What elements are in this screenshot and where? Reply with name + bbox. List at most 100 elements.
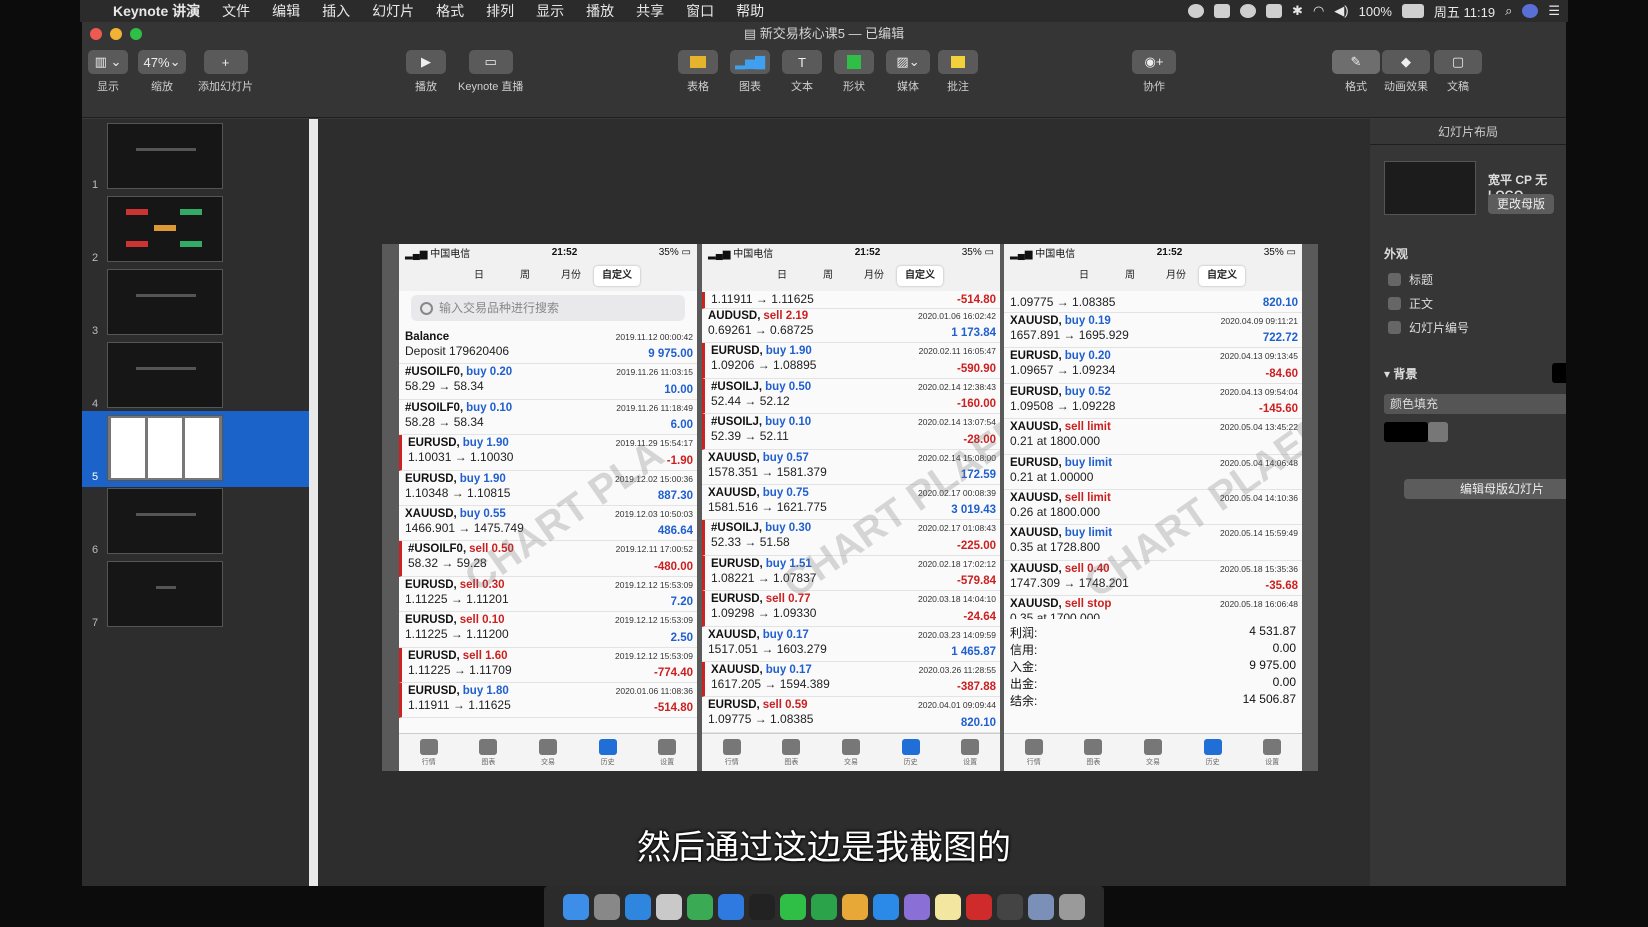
trade-row[interactable]: XAUUSD, buy limit 2020.05.14 15:59:49 0.35 … [1004, 525, 1302, 561]
trade-row[interactable]: EURUSD, sell 0.59 2020.04.01 09:09:44 1.097… [702, 697, 1000, 733]
menu-clock[interactable]: 周五 11:19 [1434, 2, 1495, 21]
menu-play[interactable]: 播放 [575, 1, 625, 21]
menu-file[interactable]: 文件 [211, 1, 261, 21]
text-button[interactable]: T 文本 [782, 50, 822, 94]
trade-row[interactable]: Balance 2019.11.12 00:00:42 Deposit 179620… [399, 329, 697, 365]
tab-quotes[interactable]: 行情 [419, 738, 438, 767]
change-master-button[interactable]: 更改母版 [1488, 194, 1554, 214]
edit-master-slide-button[interactable]: 编辑母版幻灯片 [1404, 479, 1566, 499]
play-button[interactable]: ▶ 播放 [406, 50, 446, 94]
bluetooth-icon[interactable]: ✱ [1292, 3, 1303, 19]
volume-icon[interactable]: ◀) [1334, 3, 1348, 19]
qq-icon[interactable] [749, 893, 775, 920]
tab-settings[interactable]: 设置 [1263, 738, 1282, 767]
trade-row[interactable]: EURUSD, buy 1.51 2020.02.18 17:02:12 1.0822… [702, 555, 1000, 592]
notes-icon[interactable] [935, 893, 961, 920]
trade-row[interactable]: EURUSD, buy 0.52 2020.04.13 09:54:04 1.0950… [1004, 384, 1302, 420]
wifi-icon[interactable]: ◠ [1313, 3, 1324, 19]
trade-row[interactable]: EURUSD, buy 1.90 2020.02.11 16:05:47 1.0920… [702, 343, 1000, 379]
trade-row[interactable]: AUDUSD, sell 2.19 2020.01.06 16:02:42 0.692… [702, 308, 1000, 344]
trash-icon[interactable] [1059, 893, 1085, 920]
trade-row[interactable]: XAUUSD, buy 0.17 2020.03.23 14:09:59 1517.0… [702, 627, 1000, 662]
add-slide-button[interactable]: + 添加幻灯片 [198, 50, 253, 94]
slide-thumb-7[interactable]: 7 [82, 557, 318, 633]
trade-row[interactable]: XAUUSD, sell limit 2020.05.04 13:45:22 0.21… [1004, 419, 1302, 455]
tab-history[interactable]: 历史 [598, 738, 617, 767]
tab-history[interactable]: 历史 [1203, 738, 1222, 767]
tab-quotes[interactable]: 行情 [722, 738, 741, 767]
menu-insert[interactable]: 插入 [311, 1, 361, 21]
tab-custom[interactable]: 自定义 [1199, 266, 1245, 286]
color-wheel-icon[interactable] [1428, 422, 1448, 442]
tab-trade[interactable]: 交易 [1143, 738, 1162, 767]
tab-week[interactable]: 周 [1107, 266, 1153, 286]
menu-slide[interactable]: 幻灯片 [361, 1, 425, 21]
trade-row[interactable]: EURUSD, sell 0.10 2019.12.12 15:53:09 1.112… [399, 612, 697, 648]
tab-week[interactable]: 周 [805, 266, 851, 286]
chrome-icon[interactable] [842, 893, 868, 920]
netease-music-icon[interactable] [966, 893, 992, 920]
tab-month[interactable]: 月份 [548, 266, 594, 286]
tab-settings[interactable]: 设置 [961, 738, 980, 767]
status-circle-icon[interactable] [1240, 4, 1257, 18]
slide-thumb-2[interactable]: 2 [82, 192, 318, 268]
trade-row[interactable]: XAUUSD, buy 0.19 2020.04.09 09:11:21 1657.8… [1004, 313, 1302, 349]
trade-row[interactable]: EURUSD, buy 1.90 2019.11.29 15:54:17 1.1003… [399, 435, 697, 471]
menu-format[interactable]: 格式 [425, 1, 475, 21]
symbol-search-input[interactable]: 输入交易品种进行搜索 [411, 295, 685, 321]
slide-thumb-1[interactable]: 1 [82, 119, 318, 195]
fill-type-select[interactable]: 颜色填充 [1384, 394, 1566, 414]
phone-screenshot-3[interactable]: ▂▄▆ 中国电信 21:52 35% ▭ 日 周 月份 自定义 1.09775 … [1004, 244, 1302, 771]
phone-screenshot-1[interactable]: ▂▄▆ 中国电信 21:52 35% ▭ 日 周 月份 自定义 输入交易品种进行… [399, 244, 697, 771]
comment-button[interactable]: 批注 [938, 50, 978, 94]
tab-day[interactable]: 日 [1061, 266, 1107, 286]
keynote-dock-icon[interactable] [656, 893, 682, 920]
tab-quotes[interactable]: 行情 [1024, 738, 1043, 767]
notification-center-icon[interactable]: ☰ [1548, 3, 1560, 19]
trade-row[interactable]: #USOILF0, sell 0.50 2019.12.11 17:00:52 58.… [399, 541, 697, 577]
trade-row[interactable]: EURUSD, sell 0.30 2019.12.12 15:53:09 1.112… [399, 577, 697, 613]
close-window-button[interactable] [90, 28, 102, 40]
menu-app[interactable]: Keynote 讲演 [102, 1, 211, 21]
chart-button[interactable]: ▂▅▇ 图表 [730, 50, 770, 94]
evernote-icon[interactable] [811, 893, 837, 920]
tab-day[interactable]: 日 [456, 266, 502, 286]
trade-row[interactable]: #USOILJ, buy 0.30 2020.02.17 01:08:43 52.33… [702, 520, 1000, 556]
navigator-scrollbar[interactable] [309, 119, 318, 886]
trade-row[interactable]: XAUUSD, sell 0.40 2020.05.18 15:35:36 1747.… [1004, 561, 1302, 597]
tab-chart[interactable]: 图表 [1084, 738, 1103, 767]
master-thumbnail[interactable] [1384, 161, 1476, 215]
screenshot-folder-icon[interactable] [1028, 893, 1054, 920]
format-button[interactable]: ✎ 格式 [1332, 50, 1380, 94]
launchpad-icon[interactable] [594, 893, 620, 920]
keynote-live-button[interactable]: ▭ Keynote 直播 [458, 50, 523, 94]
trade-row[interactable]: #USOILJ, buy 0.10 2020.02.14 13:07:54 52.39… [702, 414, 1000, 450]
input-method-icon[interactable] [1266, 4, 1283, 18]
trade-row[interactable]: XAUUSD, buy 0.75 2020.02.17 00:08:39 1581.5… [702, 485, 1000, 521]
menu-help[interactable]: 帮助 [725, 1, 775, 21]
trade-row[interactable]: EURUSD, buy 0.20 2020.04.13 09:13:45 1.0965… [1004, 348, 1302, 384]
zoom-button[interactable]: 47% ⌄ 缩放 [138, 50, 186, 94]
table-button[interactable]: 表格 [678, 50, 718, 94]
slide-thumb-6[interactable]: 6 [82, 484, 318, 560]
record-app-icon[interactable] [997, 893, 1023, 920]
battery-icon[interactable] [1401, 4, 1424, 18]
slide-thumb-5[interactable]: 5 [82, 411, 318, 487]
title-checkbox[interactable]: 标题 [1388, 271, 1433, 288]
tab-week[interactable]: 周 [502, 266, 548, 286]
tab-settings[interactable]: 设置 [658, 738, 677, 767]
finder-icon[interactable] [563, 893, 589, 920]
trade-row[interactable]: XAUUSD, sell stop 2020.05.18 16:06:48 0.35 … [1004, 596, 1302, 619]
slide-thumb-3[interactable]: 3 [82, 265, 318, 341]
menu-view[interactable]: 显示 [525, 1, 575, 21]
dingtalk-icon[interactable] [873, 893, 899, 920]
tab-chart[interactable]: 图表 [479, 738, 498, 767]
animate-button[interactable]: ◆ 动画效果 [1382, 50, 1430, 94]
game-center-icon[interactable] [904, 893, 930, 920]
trade-row[interactable]: XAUUSD, buy 0.17 2020.03.26 11:28:55 1617.2… [702, 661, 1000, 698]
background-section[interactable]: ▾ 背景 [1384, 365, 1417, 382]
trade-row[interactable]: #USOILF0, buy 0.20 2019.11.26 11:03:15 58.2… [399, 364, 697, 400]
trade-row[interactable]: EURUSD, buy limit 2020.05.04 14:06:48 0.21 … [1004, 455, 1302, 490]
menu-window[interactable]: 窗口 [675, 1, 725, 21]
trade-row[interactable]: EURUSD, buy 1.90 2019.12.02 15:00:36 1.1034… [399, 471, 697, 506]
